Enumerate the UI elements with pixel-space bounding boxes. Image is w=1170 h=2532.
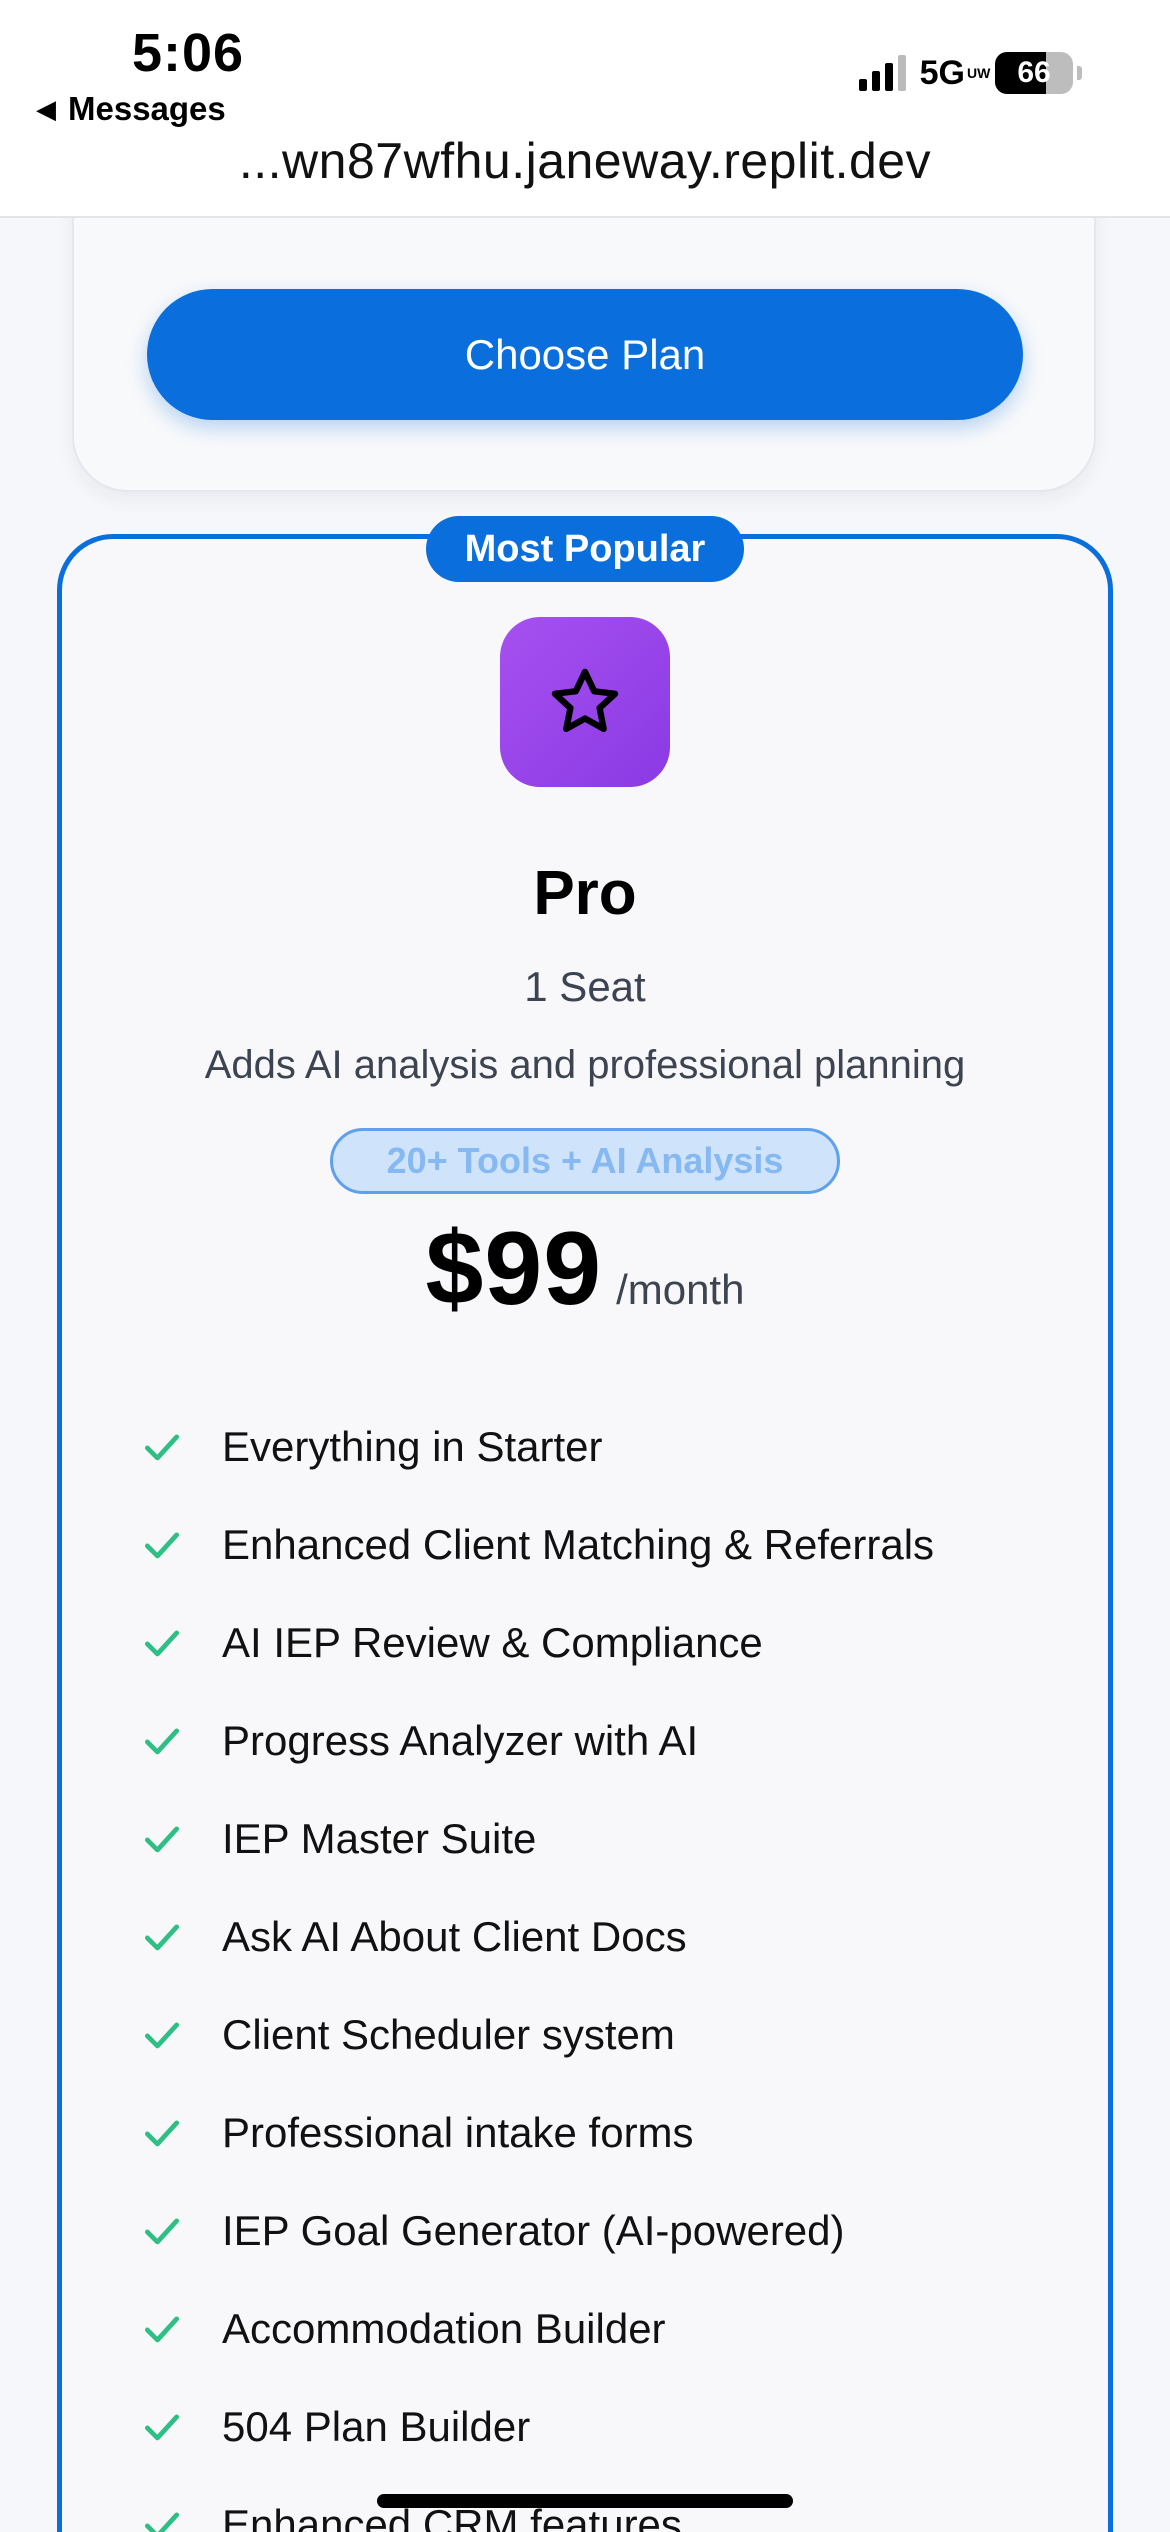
battery-icon: 66 (995, 52, 1073, 94)
checkmark-icon (144, 1728, 180, 1755)
battery-cap (1077, 66, 1082, 80)
feature-item: IEP Master Suite (140, 1790, 1060, 1888)
checkmark-icon (144, 2414, 180, 2441)
checkmark-icon (144, 2022, 180, 2049)
feature-item: 504 Plan Builder (140, 2378, 1060, 2476)
feature-label: AI IEP Review & Compliance (222, 1619, 763, 1666)
feature-item: Professional intake forms (140, 2084, 1060, 2182)
feature-label: Accommodation Builder (222, 2305, 666, 2352)
feature-item: Ask AI About Client Docs (140, 1888, 1060, 1986)
checkmark-icon (144, 1924, 180, 1951)
feature-item: Progress Analyzer with AI (140, 1692, 1060, 1790)
checkmark-icon (144, 1826, 180, 1853)
plan-seats: 1 Seat (524, 963, 646, 1010)
feature-label: Progress Analyzer with AI (222, 1717, 699, 1764)
pricing-page: 5:06 ◀ Messages 5G UW 66 ...wn87wfhu.jan… (0, 0, 1170, 2532)
checkmark-icon (144, 1630, 180, 1657)
feature-label: Ask AI About Client Docs (222, 1913, 687, 1960)
feature-label: 504 Plan Builder (222, 2403, 531, 2450)
checkmark-icon (144, 2316, 180, 2343)
feature-item: IEP Goal Generator (AI-powered) (140, 2182, 1060, 2280)
feature-label: IEP Master Suite (222, 1815, 537, 1862)
checkmark-icon (144, 2218, 180, 2245)
price-period: /month (616, 1266, 745, 1313)
url-bar[interactable]: ...wn87wfhu.janeway.replit.dev (0, 132, 1170, 190)
checkmark-icon (144, 1434, 180, 1461)
tools-badge: 20+ Tools + AI Analysis (330, 1128, 840, 1194)
feature-label: Everything in Starter (222, 1423, 603, 1470)
feature-label: Enhanced Client Matching & Referrals (222, 1521, 935, 1568)
feature-list: Everything in Starter Enhanced Client Mat… (140, 1398, 1060, 2532)
network-type: 5G UW (919, 53, 991, 92)
feature-item: Everything in Starter (140, 1398, 1060, 1496)
back-label: Messages (68, 90, 226, 127)
star-icon (551, 668, 619, 733)
price-row: $99 /month (0, 1210, 1170, 1329)
feature-label: Professional intake forms (222, 2109, 694, 2156)
feature-item: Accommodation Builder (140, 2280, 1060, 2378)
status-time: 5:06 (132, 23, 245, 83)
feature-item: Enhanced Client Matching & Referrals (140, 1496, 1060, 1594)
checkmark-icon (144, 2120, 180, 2147)
browser-header: 5:06 ◀ Messages 5G UW 66 ...wn87wfhu.jan… (0, 0, 1170, 218)
most-popular-badge: Most Popular (426, 516, 744, 582)
plan-name: Pro (533, 859, 637, 928)
feature-item: Client Scheduler system (140, 1986, 1060, 2084)
back-to-messages[interactable]: ◀ Messages (36, 90, 226, 128)
checkmark-icon (144, 1532, 180, 1559)
cellular-signal-icon (858, 55, 906, 91)
feature-label: IEP Goal Generator (AI-powered) (222, 2207, 845, 2254)
home-indicator[interactable] (377, 2494, 793, 2508)
back-triangle-icon: ◀ (36, 93, 56, 124)
status-indicators: 5G UW 66 (858, 52, 1082, 94)
feature-label: Client Scheduler system (222, 2011, 675, 2058)
price-amount: $99 (425, 1211, 603, 1327)
feature-item: AI IEP Review & Compliance (140, 1594, 1060, 1692)
checkmark-icon (144, 2512, 180, 2532)
plan-description: Adds AI analysis and professional planni… (204, 1043, 966, 1087)
plan-icon-tile (500, 617, 670, 787)
choose-plan-button[interactable]: Choose Plan (147, 289, 1023, 420)
